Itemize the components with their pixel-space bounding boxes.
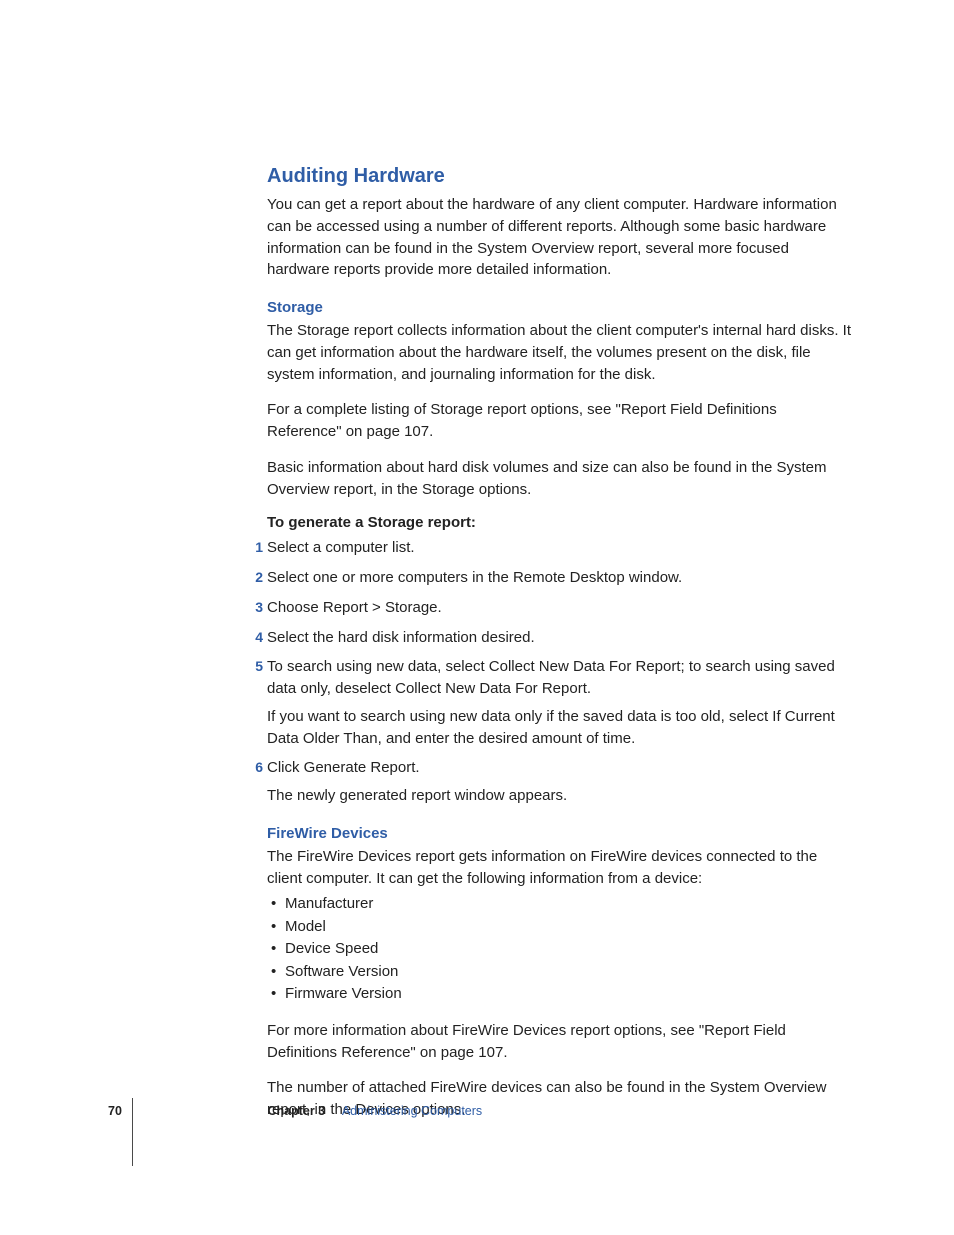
- step-number: 5: [249, 656, 263, 676]
- storage-howto-heading: To generate a Storage report:: [267, 514, 855, 531]
- step-5-note: If you want to search using new data onl…: [267, 706, 855, 750]
- chapter-title: Administering Computers: [342, 1104, 482, 1118]
- firewire-paragraph-1: The FireWire Devices report gets informa…: [267, 846, 855, 890]
- step-number: 1: [249, 537, 263, 557]
- step-6-note: The newly generated report window appear…: [267, 785, 855, 807]
- section-heading-auditing-hardware: Auditing Hardware: [267, 165, 855, 188]
- step-number: 6: [249, 757, 263, 777]
- step-number: 2: [249, 567, 263, 587]
- bullet-item: Manufacturer: [267, 893, 855, 916]
- step-6: 6 Click Generate Report. The newly gener…: [267, 757, 855, 807]
- storage-paragraph-1: The Storage report collects information …: [267, 320, 855, 385]
- storage-paragraph-3: Basic information about hard disk volume…: [267, 457, 855, 501]
- intro-paragraph: You can get a report about the hardware …: [267, 194, 855, 281]
- page: Auditing Hardware You can get a report a…: [0, 0, 954, 1235]
- firewire-bullet-list: Manufacturer Model Device Speed Software…: [267, 893, 855, 1006]
- step-text: To search using new data, select Collect…: [267, 658, 835, 697]
- step-text: Choose Report > Storage.: [267, 599, 442, 616]
- bullet-item: Firmware Version: [267, 983, 855, 1006]
- bullet-item: Model: [267, 916, 855, 939]
- step-text: Select a computer list.: [267, 539, 415, 556]
- content-column: Auditing Hardware You can get a report a…: [267, 165, 855, 1135]
- step-number: 4: [249, 627, 263, 647]
- chapter-label: Chapter 3: [267, 1104, 325, 1118]
- step-text: Click Generate Report.: [267, 759, 420, 776]
- step-text: Select the hard disk information desired…: [267, 629, 535, 646]
- firewire-paragraph-2: For more information about FireWire Devi…: [267, 1020, 855, 1064]
- page-footer: 70 Chapter 3 Administering Computers: [108, 1104, 848, 1118]
- bullet-item: Software Version: [267, 961, 855, 984]
- step-text: Select one or more computers in the Remo…: [267, 569, 682, 586]
- subsection-heading-firewire: FireWire Devices: [267, 825, 855, 842]
- storage-paragraph-2: For a complete listing of Storage report…: [267, 399, 855, 443]
- subsection-heading-storage: Storage: [267, 299, 855, 316]
- step-4: 4 Select the hard disk information desir…: [267, 627, 855, 649]
- step-3: 3 Choose Report > Storage.: [267, 597, 855, 619]
- step-1: 1 Select a computer list.: [267, 537, 855, 559]
- bullet-item: Device Speed: [267, 938, 855, 961]
- page-number: 70: [108, 1104, 264, 1118]
- step-2: 2 Select one or more computers in the Re…: [267, 567, 855, 589]
- step-number: 3: [249, 597, 263, 617]
- step-5: 5 To search using new data, select Colle…: [267, 656, 855, 749]
